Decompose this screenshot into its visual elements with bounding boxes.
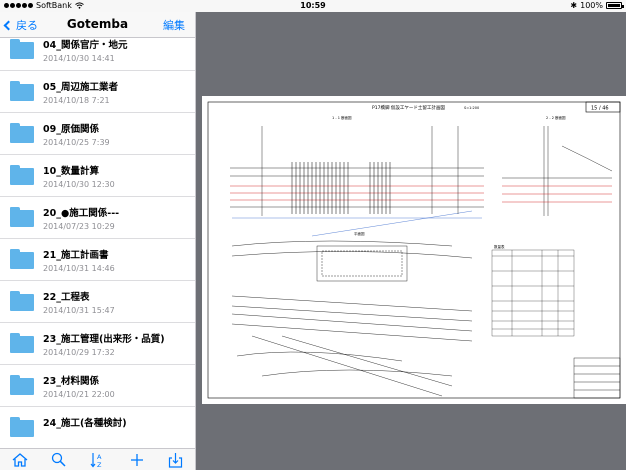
engineering-drawing: P17橋脚 仮設工ヤード土留工計画図 S=1:200 15 / 46 1 - 1… xyxy=(207,101,621,399)
quantity-table xyxy=(491,249,575,337)
section-2-label: 2 - 2 断面図 xyxy=(546,115,566,120)
folder-row[interactable]: 21_施工計画書 2014/10/31 14:46 xyxy=(0,239,195,281)
title-block xyxy=(573,357,621,399)
folder-date: 2014/10/30 14:41 xyxy=(43,54,115,63)
folder-date: 2014/10/31 14:46 xyxy=(43,264,115,273)
sort-button[interactable]: A Z xyxy=(89,452,107,468)
folder-list-inner: 04_関係官庁・地元 2014/10/30 14:41 05_周辺施工業者 2014/… xyxy=(0,38,195,448)
document-viewer[interactable]: P17橋脚 仮設工ヤード土留工計画図 S=1:200 15 / 46 1 - 1… xyxy=(196,12,626,470)
folder-date: 2014/10/30 12:30 xyxy=(43,180,115,189)
drawing-page[interactable]: P17橋脚 仮設工ヤード土留工計画図 S=1:200 15 / 46 1 - 1… xyxy=(202,96,626,404)
battery-icon xyxy=(606,2,624,9)
bluetooth-icon: ✱ xyxy=(570,1,578,10)
folder-row[interactable]: 24_施工(各種検討) xyxy=(0,407,195,448)
folder-icon xyxy=(10,375,34,395)
page-number: 15 / 46 xyxy=(591,106,609,112)
file-browser: 戻る Gotemba 編集 04_関係官庁・地元 2014/10/30 14:41… xyxy=(0,12,196,470)
section-1-drawing xyxy=(230,126,484,237)
folder-date: 2014/10/18 7:21 xyxy=(43,96,110,105)
folder-row[interactable]: 05_周辺施工業者 2014/10/18 7:21 xyxy=(0,71,195,113)
add-button[interactable] xyxy=(128,452,146,468)
folder-name: 24_施工(各種検討) xyxy=(43,418,127,429)
folder-name: 21_施工計画書 xyxy=(43,250,109,261)
section-1-label: 1 - 1 断面図 xyxy=(332,115,352,120)
folder-name: 22_工程表 xyxy=(43,292,90,303)
battery-label: 100% xyxy=(580,1,603,10)
folder-date: 2014/10/25 7:39 xyxy=(43,138,110,147)
folder-row[interactable]: 04_関係官庁・地元 2014/10/30 14:41 xyxy=(0,38,195,71)
section-2-drawing xyxy=(502,126,613,216)
navigation-bar: 戻る Gotemba 編集 xyxy=(0,12,195,38)
folder-name: 09_原価関係 xyxy=(43,124,99,135)
drawing-title: P17橋脚 仮設工ヤード土留工計画図 xyxy=(372,104,445,111)
folder-icon xyxy=(10,417,34,437)
sort-az-icon: A Z xyxy=(90,452,102,468)
folder-list[interactable]: 04_関係官庁・地元 2014/10/30 14:41 05_周辺施工業者 2014/… xyxy=(0,38,195,448)
bottom-toolbar: A Z xyxy=(0,448,195,470)
folder-row[interactable]: 23_材料関係 2014/10/21 22:00 xyxy=(0,365,195,407)
status-time: 10:59 xyxy=(300,1,326,10)
sort-z-label: Z xyxy=(97,461,102,468)
folder-date: 2014/10/21 22:00 xyxy=(43,390,115,399)
folder-row[interactable]: 23_施工管理(出来形・品質) 2014/10/29 17:32 xyxy=(0,323,195,365)
edit-button[interactable]: 編集 xyxy=(163,17,185,33)
table-title: 数量表 xyxy=(494,244,505,249)
folder-date: 2014/07/23 10:29 xyxy=(43,222,115,231)
folder-name: 23_材料関係 xyxy=(43,376,99,387)
folder-icon xyxy=(10,81,34,101)
sort-a-label: A xyxy=(97,453,102,461)
folder-icon xyxy=(10,291,34,311)
search-button[interactable] xyxy=(50,452,68,468)
folder-icon xyxy=(10,123,34,143)
drawing-scale: S=1:200 xyxy=(464,106,479,110)
home-icon xyxy=(12,452,27,467)
add-icon xyxy=(130,453,143,466)
folder-name: 04_関係官庁・地元 xyxy=(43,40,128,51)
folder-date: 2014/10/29 17:32 xyxy=(43,348,115,357)
folder-row[interactable]: 09_原価関係 2014/10/25 7:39 xyxy=(0,113,195,155)
folder-name: 10_数量計算 xyxy=(43,166,99,177)
folder-row[interactable]: 10_数量計算 2014/10/30 12:30 xyxy=(0,155,195,197)
folder-name: 23_施工管理(出来形・品質) xyxy=(43,334,165,345)
folder-name: 20_●施工関係--- xyxy=(43,208,120,219)
folder-row[interactable]: 20_●施工関係--- 2014/07/23 10:29 xyxy=(0,197,195,239)
status-right: ✱ 100% xyxy=(570,1,624,10)
folder-date: 2014/10/31 15:47 xyxy=(43,306,115,315)
folder-icon xyxy=(10,165,34,185)
status-bar: SoftBank 10:59 ✱ 100% xyxy=(0,0,626,12)
folder-icon xyxy=(10,249,34,269)
folder-icon xyxy=(10,333,34,353)
folder-row[interactable]: 22_工程表 2014/10/31 15:47 xyxy=(0,281,195,323)
plan-label: 平面図 xyxy=(354,231,365,236)
home-button[interactable] xyxy=(11,452,29,468)
search-icon xyxy=(51,452,66,467)
sheet-piles xyxy=(291,162,391,214)
download-button[interactable] xyxy=(167,452,185,468)
plan-drawing xyxy=(231,240,473,397)
folder-name: 05_周辺施工業者 xyxy=(43,82,118,93)
download-icon xyxy=(168,452,183,468)
folder-icon xyxy=(10,207,34,227)
folder-icon xyxy=(10,39,34,59)
